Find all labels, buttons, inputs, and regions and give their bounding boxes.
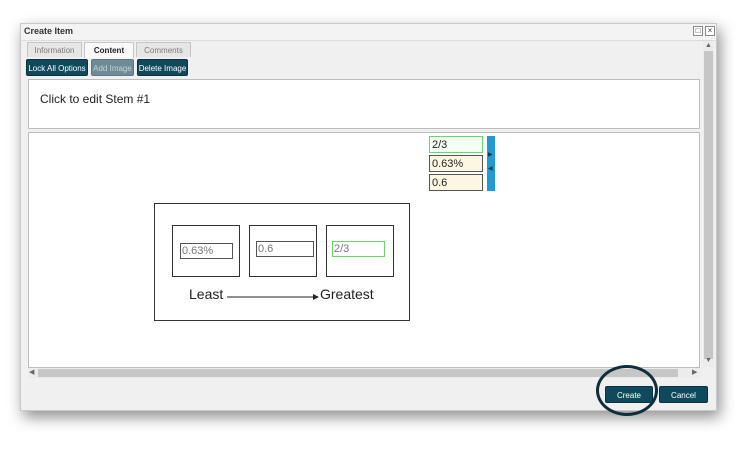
arrow-left-icon: ◀ [488, 166, 493, 172]
stem-text[interactable]: Click to edit Stem #1 [40, 92, 150, 106]
add-image-button[interactable]: Add Image [91, 59, 134, 76]
least-label: Least [189, 286, 224, 302]
ordering-image: 0.63% 0.6 2/3 Least Greatest [154, 203, 410, 321]
drag-option[interactable]: 2/3 [429, 136, 483, 153]
cancel-button[interactable]: Cancel [659, 386, 708, 403]
slot-value[interactable]: 2/3 [332, 241, 385, 257]
options-panel-toggle[interactable]: ▶ ◀ [487, 136, 495, 191]
horizontal-scroll-thumb[interactable] [38, 369, 678, 377]
scroll-right-icon[interactable]: ▶ [692, 369, 697, 377]
drop-slot[interactable]: 0.6 [249, 225, 317, 277]
drag-option[interactable]: 0.6 [429, 174, 483, 191]
drop-slot[interactable]: 2/3 [326, 225, 394, 277]
scroll-up-icon[interactable]: ▲ [705, 42, 712, 50]
scroll-down-icon[interactable]: ▼ [705, 357, 712, 365]
horizontal-scrollbar[interactable]: ◀ ▶ [28, 368, 700, 378]
stem-editor[interactable]: Click to edit Stem #1 [28, 79, 700, 129]
drop-slot[interactable]: 0.63% [172, 225, 240, 277]
slot-value[interactable]: 0.63% [180, 243, 233, 259]
maximize-icon[interactable]: □ [693, 26, 703, 36]
slot-value[interactable]: 0.6 [256, 241, 314, 257]
dialog-title: Create Item [24, 26, 74, 36]
arrow-right-icon: ▶ [488, 152, 493, 158]
item-canvas[interactable]: 2/3 0.63% 0.6 ▶ ◀ 0.63% 0.6 2/3 Least Gr… [28, 132, 700, 368]
arrow-right-icon [227, 294, 319, 300]
greatest-label: Greatest [320, 286, 374, 302]
vertical-scroll-thumb[interactable] [704, 51, 713, 359]
close-icon[interactable]: × [705, 26, 715, 36]
tab-information[interactable]: Information [27, 42, 82, 57]
drag-option[interactable]: 0.63% [429, 155, 483, 172]
scroll-left-icon[interactable]: ◀ [29, 369, 34, 377]
vertical-scrollbar[interactable]: ▲ ▼ [703, 41, 714, 367]
dialog-titlebar[interactable]: Create Item □ × [21, 24, 716, 41]
tab-content[interactable]: Content [84, 42, 134, 58]
highlight-circle [596, 365, 658, 416]
tab-comments[interactable]: Comments [136, 42, 191, 57]
lock-all-options-button[interactable]: Lock All Options [26, 59, 88, 76]
delete-image-button[interactable]: Delete Image [137, 59, 188, 76]
create-item-dialog: Create Item □ × Information Content Comm… [20, 23, 717, 411]
